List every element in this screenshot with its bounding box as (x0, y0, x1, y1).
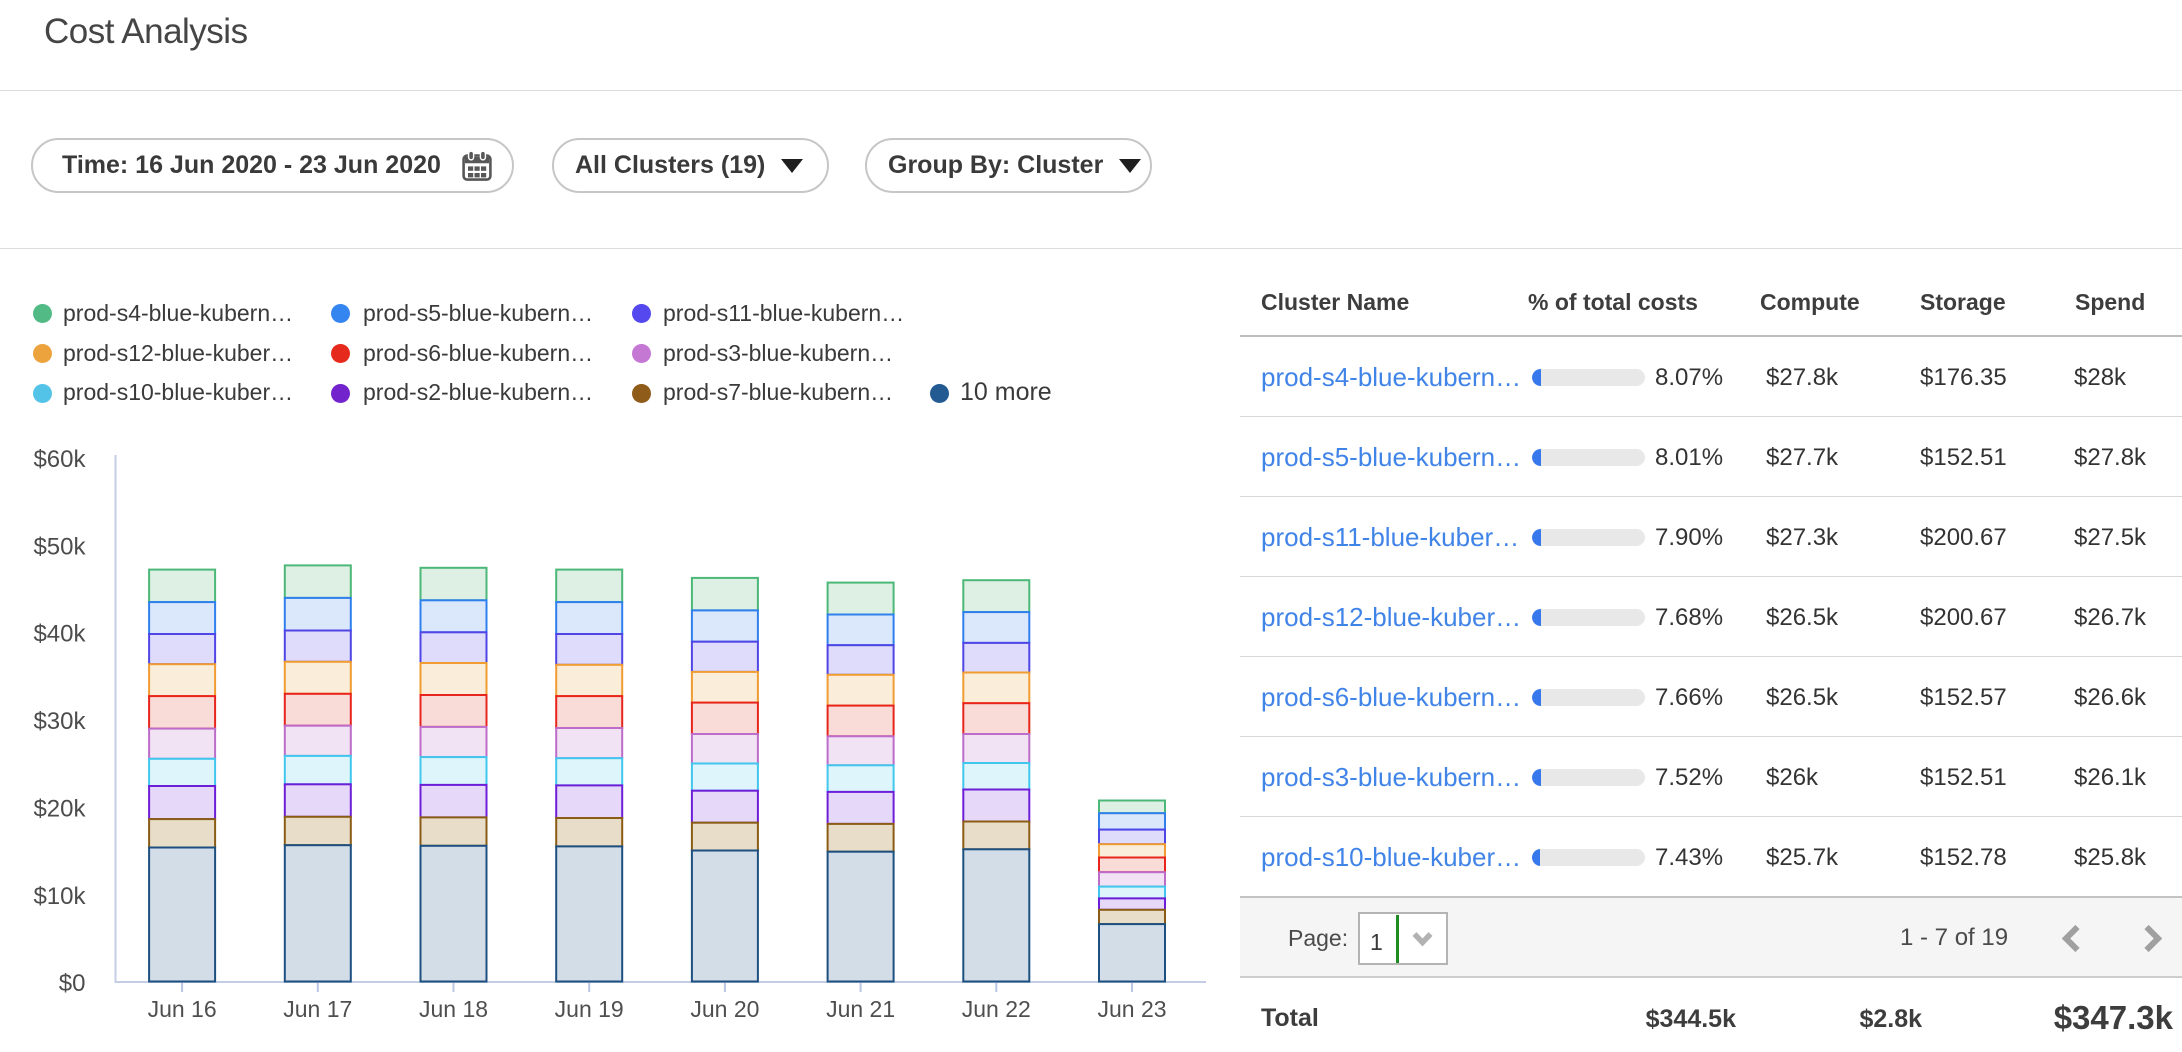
svg-text:Jun 19: Jun 19 (555, 996, 624, 1022)
svg-text:Jun 20: Jun 20 (690, 996, 759, 1022)
svg-text:$30k: $30k (33, 708, 86, 735)
svg-text:Jun 17: Jun 17 (283, 996, 352, 1022)
svg-text:Jun 18: Jun 18 (419, 996, 488, 1022)
svg-text:Jun 22: Jun 22 (962, 996, 1031, 1022)
svg-text:$50k: $50k (33, 533, 86, 560)
svg-text:$60k: $60k (33, 446, 86, 473)
svg-text:$40k: $40k (33, 621, 86, 648)
svg-text:$0: $0 (59, 970, 86, 997)
svg-text:Jun 23: Jun 23 (1097, 996, 1166, 1022)
svg-text:$10k: $10k (33, 883, 86, 910)
svg-text:Jun 16: Jun 16 (148, 996, 217, 1022)
svg-text:$20k: $20k (33, 795, 86, 822)
svg-text:Jun 21: Jun 21 (826, 996, 895, 1022)
